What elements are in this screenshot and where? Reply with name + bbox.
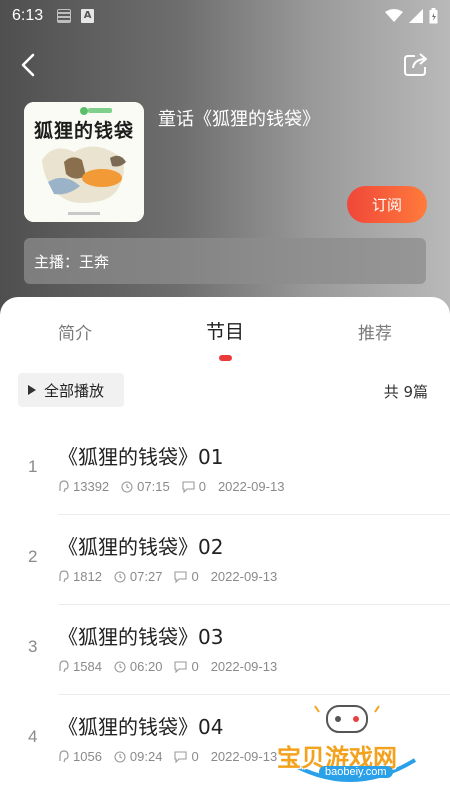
clock-icon (114, 570, 126, 583)
back-arrow-icon[interactable] (16, 50, 42, 80)
episode-meta: 1812 07:27 0 2022-09-13 (58, 569, 289, 584)
share-icon[interactable] (402, 50, 430, 78)
clock-icon (121, 480, 133, 493)
headphone-icon (59, 480, 69, 493)
comment-icon (174, 660, 188, 673)
watermark-url: baobeiy.com (319, 766, 393, 778)
episode-title: 《狐狸的钱袋》02 (58, 535, 224, 559)
notification-a-icon: A (81, 9, 95, 23)
comment-icon (174, 570, 188, 583)
tab-active-indicator (219, 355, 232, 361)
subscribe-button[interactable]: 订阅 (347, 186, 427, 223)
comment-count: 0 (191, 659, 199, 674)
signal-icon (409, 9, 423, 23)
episode-title: 《狐狸的钱袋》04 (58, 715, 224, 739)
album-title: 童话《狐狸的钱袋》 (158, 109, 320, 130)
episode-meta: 13392 07:15 0 2022-09-13 (58, 479, 296, 494)
play-all-label: 全部播放 (44, 381, 105, 400)
episode-number: 4 (28, 727, 38, 746)
play-all-button[interactable]: 全部播放 (18, 373, 124, 407)
episode-number: 1 (28, 457, 38, 476)
clock-icon (114, 750, 126, 763)
watermark: 宝贝游戏网 baobeiy.com (275, 700, 425, 790)
episode-title: 《狐狸的钱袋》01 (58, 445, 224, 469)
comment-count: 0 (191, 749, 199, 764)
episode-meta: 1056 09:24 0 2022-09-13 (58, 749, 289, 764)
battery-icon (429, 8, 438, 24)
episode-number: 2 (28, 547, 38, 566)
notification-grid-icon (57, 9, 72, 23)
episode-meta: 1584 06:20 0 2022-09-13 (58, 659, 289, 674)
play-count: 1812 (73, 569, 102, 584)
tab-programs[interactable]: 节目 (206, 317, 244, 344)
episode-row[interactable]: 3 《狐狸的钱袋》03 1584 06:20 0 2022-09-13 (0, 605, 450, 695)
publish-date: 2022-09-13 (210, 749, 278, 764)
status-time: 6:13 (12, 7, 44, 24)
play-count: 1584 (73, 659, 102, 674)
host-bar: 主播：王奔 (24, 238, 426, 284)
episode-row[interactable]: 2 《狐狸的钱袋》02 1812 07:27 0 2022-09-13 (0, 515, 450, 605)
comment-count: 0 (198, 479, 206, 494)
headphone-icon (59, 570, 69, 583)
comment-count: 0 (191, 569, 199, 584)
episode-number: 3 (28, 637, 38, 656)
play-count: 13392 (73, 479, 110, 494)
episode-title: 《狐狸的钱袋》03 (58, 625, 224, 649)
duration: 06:20 (129, 659, 163, 674)
album-cover[interactable]: 狐狸的钱袋 (24, 102, 144, 222)
duration: 07:27 (129, 569, 163, 584)
tab-intro[interactable]: 简介 (58, 319, 92, 344)
tab-recommend[interactable]: 推荐 (358, 319, 392, 344)
comment-icon (182, 480, 195, 493)
cover-title-text: 狐狸的钱袋 (34, 120, 135, 142)
play-count: 1056 (73, 749, 102, 764)
episode-count: 共 9篇 (383, 383, 428, 401)
play-icon (28, 385, 36, 395)
publish-date: 2022-09-13 (210, 569, 278, 584)
tab-bar: 简介 节目 推荐 (0, 297, 450, 363)
publish-date: 2022-09-13 (210, 659, 278, 674)
duration: 07:15 (137, 479, 170, 494)
duration: 09:24 (129, 749, 163, 764)
status-bar: 6:13 A (0, 0, 450, 32)
clock-icon (114, 660, 126, 673)
comment-icon (174, 750, 188, 763)
host-label: 主播：王奔 (34, 252, 110, 271)
wifi-icon (385, 9, 403, 22)
episode-row[interactable]: 1 《狐狸的钱袋》01 13392 07:15 0 2022-09-13 (0, 425, 450, 515)
headphone-icon (59, 660, 69, 673)
headphone-icon (59, 750, 69, 763)
publish-date: 2022-09-13 (217, 479, 285, 494)
